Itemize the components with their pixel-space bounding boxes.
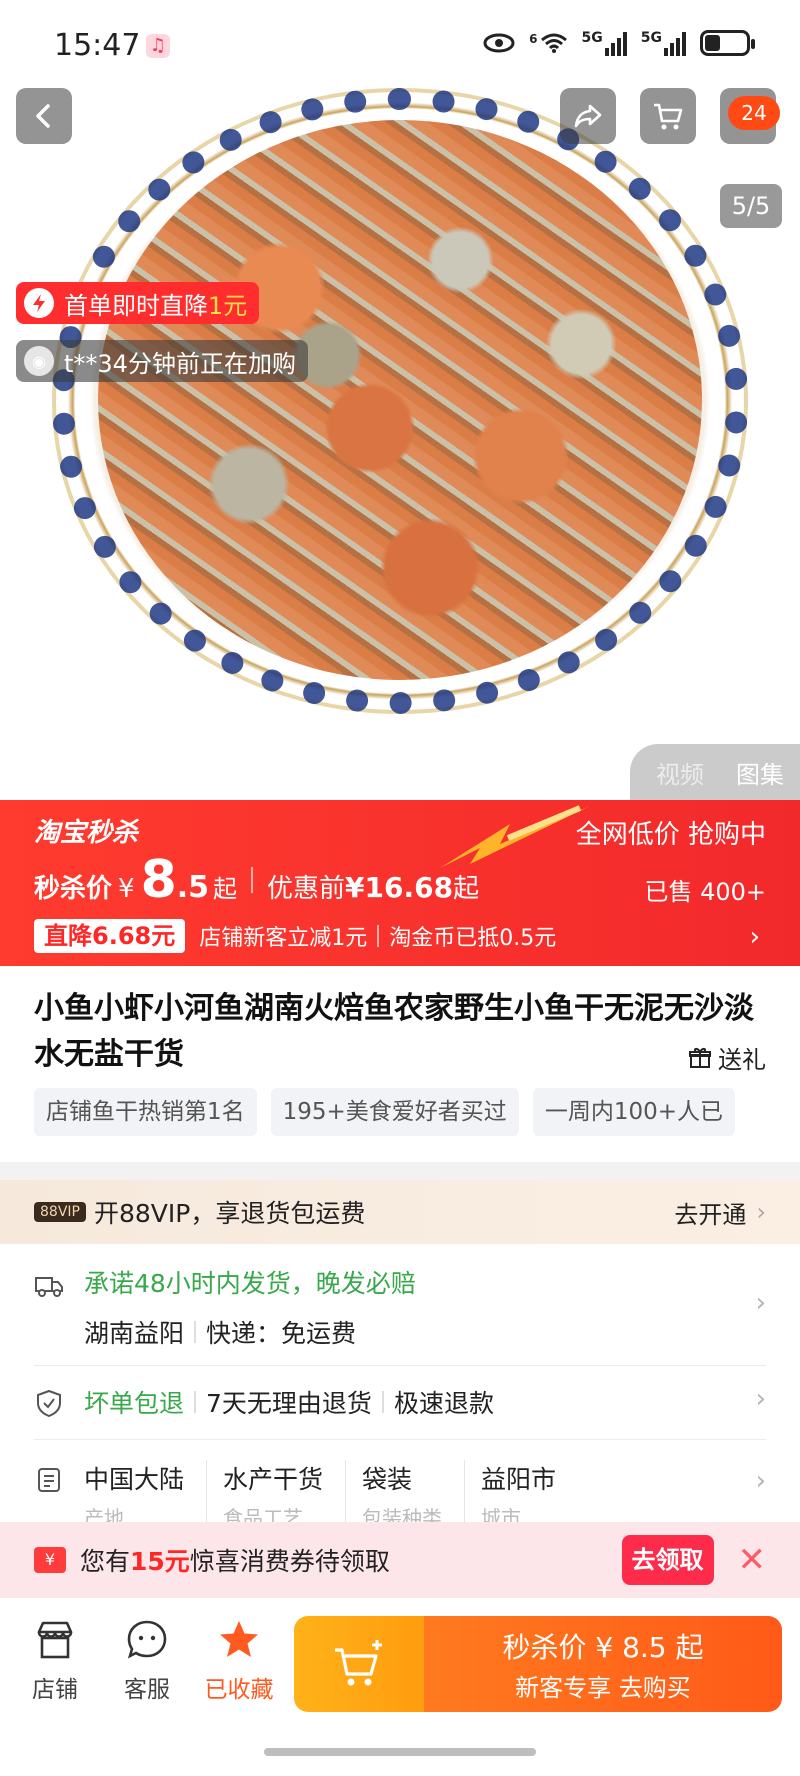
- vip-badge: 88VIP: [34, 1202, 86, 1222]
- signal-icon-2: 5G: [641, 30, 686, 56]
- favorite-button[interactable]: 已收藏: [202, 1618, 276, 1704]
- coupon-icon: ¥: [34, 1547, 66, 1573]
- store-icon: [37, 1621, 73, 1659]
- guarantee-row[interactable]: 坏单包退 7天无理由退货 极速退款 ›: [34, 1366, 766, 1440]
- price-currency: ¥: [118, 874, 135, 904]
- ship-promise: 承诺48小时内发货，晚发必赔: [84, 1269, 416, 1298]
- flash-sale-banner: 淘宝秒杀 全网低价 抢购中 秒杀价 ¥ 8 .5 起 优惠前¥16.68起 已售…: [0, 800, 800, 966]
- price-decimal: .5: [176, 870, 210, 905]
- ship-info: 湖南益阳 快递：免运费: [84, 1319, 357, 1348]
- coin-discount: 淘金币已抵0.5元: [389, 926, 557, 951]
- param-process: 水产干货 食品工艺: [223, 1460, 347, 1530]
- music-icon: ♫: [146, 34, 170, 58]
- star-icon: [220, 1621, 258, 1657]
- truck-icon: [35, 1277, 63, 1297]
- chat-face-icon: [127, 1620, 167, 1659]
- chevron-right-icon: ›: [755, 1288, 766, 1318]
- status-bar: 15:47 ♫ 6 5G 5G: [0, 0, 800, 96]
- gift-icon: [689, 1047, 711, 1068]
- price-row: 秒杀价 ¥ 8 .5 起 优惠前¥16.68起: [34, 850, 479, 910]
- eye-icon: [483, 33, 515, 53]
- param-origin: 中国大陆 产地: [84, 1460, 208, 1530]
- recent-activity-tag: ◉ t**34分钟前正在加购: [16, 340, 308, 382]
- discount-divider: [377, 925, 380, 947]
- product-title: 小鱼小虾小河鱼湖南火焙鱼农家野生小鱼干无泥无沙淡水无盐干货: [34, 991, 754, 1072]
- media-tabs: 视频 图集: [630, 744, 800, 800]
- price-integer: 8: [140, 850, 177, 910]
- banner-low-price-text: 全网低价 抢购中: [575, 820, 766, 850]
- new-customer-discount: 店铺新客立减1元: [199, 926, 368, 951]
- store-button[interactable]: 店铺: [18, 1618, 92, 1704]
- lightning-icon: [24, 288, 54, 318]
- vip-open-button[interactable]: 去开通: [674, 1195, 746, 1230]
- price-divider: [251, 867, 254, 893]
- product-photo-food: [98, 120, 702, 680]
- guarantee-list: 坏单包退 7天无理由退货 极速退款: [84, 1389, 494, 1418]
- chevron-left-icon: [36, 104, 50, 128]
- discount-row[interactable]: 直降6.68元 店铺新客立减1元 淘金币已抵0.5元: [34, 918, 556, 954]
- chevron-right-icon: ›: [755, 1384, 766, 1414]
- back-button[interactable]: [16, 88, 72, 144]
- tab-gallery[interactable]: 图集: [736, 755, 784, 790]
- promo-tag-text: 首单即时直降: [64, 291, 208, 320]
- highlight-chips: 店铺鱼干热销第1名 195+美食爱好者买过 一周内100+人已: [34, 1088, 800, 1136]
- avatar: ◉: [24, 346, 54, 376]
- cart-icon: [654, 103, 683, 130]
- chip-buyers[interactable]: 195+美食爱好者买过: [270, 1088, 519, 1136]
- status-time: 15:47: [54, 28, 141, 63]
- product-title-card: 小鱼小虾小河鱼湖南火焙鱼农家野生小鱼干无泥无沙淡水无盐干货 送礼 店铺鱼干热销第…: [0, 966, 800, 1162]
- params-row[interactable]: 中国大陆 产地 水产干货 食品工艺 袋装 包装种类 益阳市 城市 ›: [34, 1440, 766, 1530]
- gift-button[interactable]: 送礼: [688, 1040, 766, 1075]
- clipboard-icon: [38, 1468, 60, 1492]
- cart-count-badge: 24: [728, 96, 780, 130]
- add-cart-icon: [335, 1640, 382, 1686]
- buy-now-button[interactable]: 秒杀价 ¥ 8.5 起 新客专享 去购买: [294, 1616, 782, 1712]
- share-button[interactable]: [560, 88, 616, 144]
- param-package: 袋装 包装种类: [362, 1460, 466, 1530]
- signal-icon-1: 5G: [582, 30, 627, 56]
- flash-sale-brand: 淘宝秒杀: [34, 818, 139, 848]
- chip-bestseller[interactable]: 店铺鱼干热销第1名: [34, 1088, 257, 1136]
- price-suffix: 起: [213, 875, 238, 903]
- vip-bar[interactable]: 88VIP 开88VIP，享退货包运费 去开通 ›: [0, 1180, 800, 1244]
- chevron-right-icon: ›: [755, 1466, 766, 1496]
- vip-text: 开88VIP，享退货包运费: [93, 1199, 366, 1228]
- price-label: 秒杀价: [34, 874, 113, 904]
- original-price: 优惠前¥16.68起: [267, 871, 480, 904]
- promo-tag-amount: 1元: [208, 291, 248, 320]
- first-order-promo-tag: 首单即时直降 1元: [16, 282, 260, 324]
- claim-coupon-button[interactable]: 去领取: [621, 1535, 714, 1585]
- chevron-right-icon: ›: [756, 1198, 766, 1226]
- param-columns: 中国大陆 产地 水产干货 食品工艺 袋装 包装种类 益阳市 城市: [84, 1460, 594, 1530]
- home-indicator[interactable]: [264, 1748, 536, 1756]
- param-city: 益阳市 城市: [481, 1465, 557, 1530]
- close-icon[interactable]: ✕: [738, 1543, 767, 1577]
- tab-video[interactable]: 视频: [656, 755, 704, 790]
- activity-text: t**34分钟前正在加购: [64, 349, 296, 378]
- price-drop-tag: 直降6.68元: [34, 919, 186, 953]
- coupon-text: 您有15元惊喜消费券待领取: [80, 1547, 390, 1576]
- sold-count: 已售 400+: [644, 878, 766, 906]
- image-page-indicator: 5/5: [720, 184, 782, 228]
- chip-weekly[interactable]: 一周内100+人已: [532, 1088, 735, 1136]
- shield-icon: [37, 1389, 61, 1418]
- bottom-action-bar: 店铺 客服 已收藏 秒杀价 ¥ 8.5 起 新客专享 去购买: [0, 1598, 800, 1776]
- add-to-cart-button[interactable]: [294, 1616, 424, 1712]
- customer-service-button[interactable]: 客服: [110, 1618, 184, 1704]
- battery-icon: [700, 30, 755, 56]
- share-icon: [574, 104, 602, 128]
- cart-button[interactable]: [640, 88, 696, 144]
- service-section: 承诺48小时内发货，晚发必赔 湖南益阳 快递：免运费 › 坏单包退 7天无理由退货极…: [0, 1244, 800, 1530]
- wifi-icon: 6: [529, 32, 567, 54]
- shipping-row[interactable]: 承诺48小时内发货，晚发必赔 湖南益阳 快递：免运费 ›: [34, 1244, 766, 1366]
- chevron-right-icon[interactable]: ›: [750, 922, 760, 952]
- system-icons: 6 5G 5G: [483, 30, 755, 56]
- flash-buy-button[interactable]: 秒杀价 ¥ 8.5 起 新客专享 去购买: [424, 1616, 782, 1712]
- coupon-strip: ¥ 您有15元惊喜消费券待领取 去领取 ✕: [0, 1522, 800, 1598]
